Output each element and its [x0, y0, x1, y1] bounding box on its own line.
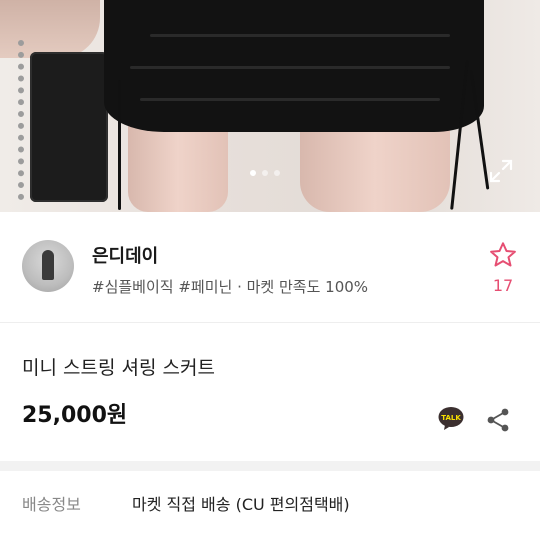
seller-satisfaction: · 마켓 만족도 100%	[237, 278, 369, 296]
skirt-fold	[150, 34, 450, 37]
product-title: 미니 스트링 셔링 스커트	[22, 357, 215, 379]
drawstring	[118, 80, 121, 210]
seller-section[interactable]: 은디데이 #심플베이직 #페미닌 · 마켓 만족도 100% 17	[0, 212, 540, 323]
kakao-talk-icon[interactable]: TALK	[438, 406, 464, 430]
shipping-label: 배송정보	[22, 495, 81, 514]
seller-meta: #심플베이직 #페미닌 · 마켓 만족도 100%	[92, 276, 368, 297]
section-divider	[0, 461, 540, 471]
skirt-fold	[130, 66, 450, 69]
seller-name[interactable]: 은디데이	[92, 242, 158, 268]
photo-handbag	[30, 52, 108, 202]
seller-avatar[interactable]	[22, 240, 74, 292]
expand-icon[interactable]	[488, 158, 514, 184]
carousel-dot-active[interactable]	[250, 170, 256, 176]
product-info: 미니 스트링 셔링 스커트 25,000원 TALK	[0, 323, 540, 461]
svg-text:TALK: TALK	[441, 414, 461, 422]
star-outline-icon	[490, 242, 516, 267]
avatar-figure	[42, 250, 54, 280]
shipping-value: 마켓 직접 배송 (CU 편의점택배)	[132, 495, 350, 514]
product-image-carousel[interactable]	[0, 0, 540, 212]
seller-tags: #심플베이직 #페미닌	[92, 278, 233, 296]
carousel-dot[interactable]	[274, 170, 280, 176]
favorite-button[interactable]: 17	[486, 240, 520, 295]
product-price: 25,000원	[22, 403, 128, 428]
carousel-pagination	[250, 170, 280, 176]
favorite-count: 17	[492, 276, 514, 295]
skirt-fold	[140, 98, 440, 101]
carousel-dot[interactable]	[262, 170, 268, 176]
shipping-info: 배송정보 마켓 직접 배송 (CU 편의점택배)	[0, 471, 540, 551]
share-icon[interactable]	[486, 407, 510, 433]
